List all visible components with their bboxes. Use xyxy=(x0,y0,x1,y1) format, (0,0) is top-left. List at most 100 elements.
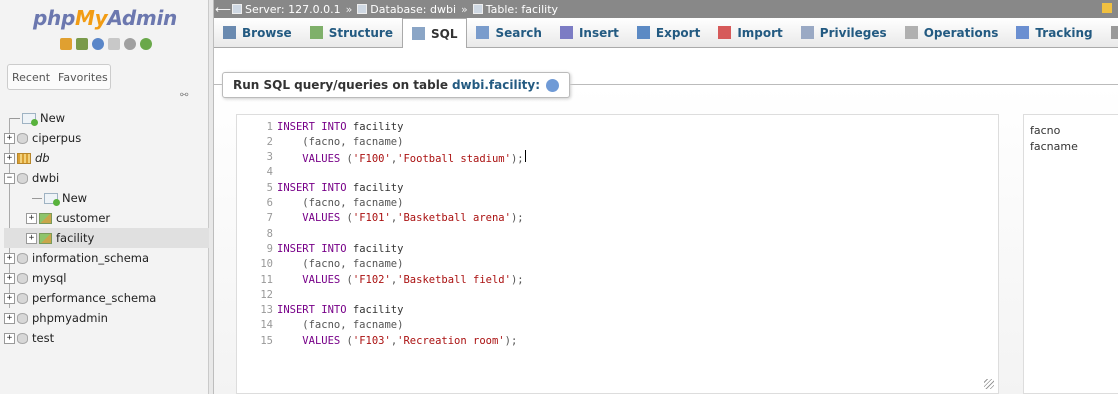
breadcrumb-table[interactable]: Table: facility xyxy=(472,3,558,16)
expand-icon[interactable]: + xyxy=(26,212,37,224)
expand-icon[interactable]: + xyxy=(4,152,15,164)
reload-icon[interactable] xyxy=(140,38,152,50)
main-content: Run SQL query/queries on table dwbi.faci… xyxy=(214,48,1118,394)
tab-label: SQL xyxy=(430,26,458,41)
tab-search[interactable]: Search xyxy=(467,18,550,47)
tree-item-label[interactable]: customer xyxy=(56,211,110,225)
tree-item-label[interactable]: New xyxy=(62,191,87,205)
tree-item-label[interactable]: performance_schema xyxy=(32,291,156,305)
home-icon[interactable] xyxy=(60,38,72,50)
tree-item-phpmyadmin[interactable]: + phpmyadmin xyxy=(4,308,209,328)
tree-item-information-schema[interactable]: + information_schema xyxy=(4,248,209,268)
recent-tab[interactable]: Recent xyxy=(8,71,54,84)
expand-icon[interactable]: + xyxy=(4,132,15,144)
server-icon xyxy=(232,4,242,14)
tree-item-label[interactable]: test xyxy=(32,331,54,345)
tree-item-new[interactable]: New xyxy=(4,108,209,128)
sql-panel-legend: Run SQL query/queries on table dwbi.faci… xyxy=(222,72,571,98)
tree-item-test[interactable]: + test xyxy=(4,328,209,348)
expand-icon[interactable]: + xyxy=(4,252,15,264)
sql-query-editor[interactable]: 1 INSERT INTO facility 2 (facno, facname) 3… xyxy=(236,114,999,394)
code-line: 10 (facno, facname) xyxy=(237,257,403,272)
code-line: 11 VALUES ('F102','Basketball field'); xyxy=(237,272,523,287)
tree-item-new[interactable]: New xyxy=(4,188,209,208)
tree-item-label[interactable]: New xyxy=(40,111,65,125)
breadcrumb-database[interactable]: Database: dwbi xyxy=(357,3,456,16)
search-icon xyxy=(476,26,490,39)
breadcrumb-server[interactable]: Server: 127.0.0.1 xyxy=(232,3,341,16)
column-item-facname[interactable]: facname xyxy=(1030,139,1112,155)
line-number: 3 xyxy=(266,151,273,164)
sql-keyword: VALUES xyxy=(302,273,341,286)
code-line: 9 INSERT INTO facility xyxy=(237,241,404,256)
tree-item-customer[interactable]: + customer xyxy=(4,208,209,228)
expand-icon[interactable]: + xyxy=(26,232,37,244)
tab-browse[interactable]: Browse xyxy=(214,18,301,47)
tree-item-label[interactable]: facility xyxy=(56,231,94,245)
code-text: (facno, facname) xyxy=(277,197,403,209)
editor-resize-grip-icon[interactable] xyxy=(984,379,994,389)
tab-privileges[interactable]: Privileges xyxy=(792,18,896,47)
collapse-icon[interactable]: − xyxy=(4,172,15,184)
expand-icon[interactable]: + xyxy=(4,272,15,284)
browse-icon xyxy=(223,26,236,39)
sql-keyword: VALUES xyxy=(302,334,341,347)
tab-import[interactable]: Import xyxy=(709,18,791,47)
line-number: 12 xyxy=(260,288,273,301)
tab-label: Tracking xyxy=(1035,25,1093,40)
line-number: 11 xyxy=(260,273,273,286)
tab-sql[interactable]: SQL xyxy=(401,18,468,48)
link-with-main-panel-icon[interactable]: ⚯ xyxy=(180,90,188,101)
favorites-tab[interactable]: Favorites xyxy=(54,71,112,84)
line-number: 9 xyxy=(266,242,273,255)
tab-label: Export xyxy=(655,25,701,40)
tree-item-label[interactable]: mysql xyxy=(32,271,67,285)
database-tree: New + ciperpus + db − dwbi New + customer + facilit… xyxy=(4,108,209,348)
tab-tracking[interactable]: Tracking xyxy=(1007,18,1101,47)
tree-item-dwbi[interactable]: − dwbi xyxy=(4,168,209,188)
sql-keyword: INSERT INTO xyxy=(277,181,347,194)
help-icon[interactable] xyxy=(92,38,104,50)
tab-trigg[interactable]: Trigg xyxy=(1102,18,1118,47)
nav-quick-icons xyxy=(60,38,152,50)
tab-structure[interactable]: Structure xyxy=(301,18,402,47)
tree-item-label[interactable]: ciperpus xyxy=(32,131,81,145)
tree-item-performance-schema[interactable]: + performance_schema xyxy=(4,288,209,308)
settings-menu-icon[interactable] xyxy=(1102,3,1112,13)
breadcrumb-server-label: Server: 127.0.0.1 xyxy=(245,2,341,16)
help-icon[interactable] xyxy=(546,78,560,92)
paren: ( xyxy=(340,334,353,347)
tree-item-label[interactable]: db xyxy=(35,151,50,165)
sql-panel-table-link[interactable]: dwbi.facility: xyxy=(452,78,540,92)
line-number: 13 xyxy=(260,304,273,317)
tree-item-label[interactable]: dwbi xyxy=(32,171,59,185)
sql-keyword: VALUES xyxy=(302,152,341,165)
expand-icon[interactable]: + xyxy=(4,292,15,304)
column-item-facno[interactable]: facno xyxy=(1030,123,1112,139)
logout-icon[interactable] xyxy=(76,38,88,50)
tree-item-label[interactable]: information_schema xyxy=(32,251,149,265)
tree-item-db[interactable]: + db xyxy=(4,148,209,168)
tab-label: Operations xyxy=(923,25,999,40)
expand-icon[interactable]: + xyxy=(4,332,15,344)
tree-item-facility[interactable]: + facility xyxy=(4,228,209,248)
line-number: 7 xyxy=(266,212,273,225)
expand-icon[interactable]: + xyxy=(4,312,15,324)
docs-icon[interactable] xyxy=(108,38,120,50)
table-icon xyxy=(39,232,52,244)
table-icon xyxy=(472,4,483,14)
tab-label: Structure xyxy=(328,25,393,40)
tree-item-mysql[interactable]: + mysql xyxy=(4,268,209,288)
phpmyadmin-logo[interactable]: phpMyAdmin xyxy=(33,6,177,30)
navigation-panel: phpMyAdmin Recent Favorites ⚯ New + ciperp… xyxy=(0,0,209,394)
sql-table-name: facility xyxy=(346,181,404,194)
sql-keyword: INSERT INTO xyxy=(277,120,347,133)
tab-export[interactable]: Export xyxy=(628,18,709,47)
tree-item-ciperpus[interactable]: + ciperpus xyxy=(4,128,209,148)
tab-operations[interactable]: Operations xyxy=(896,18,1008,47)
settings-icon[interactable] xyxy=(124,38,136,50)
tab-insert[interactable]: Insert xyxy=(551,18,628,47)
collapse-arrow-icon[interactable]: ⟵ xyxy=(214,3,232,16)
tree-item-label[interactable]: phpmyadmin xyxy=(32,311,108,325)
